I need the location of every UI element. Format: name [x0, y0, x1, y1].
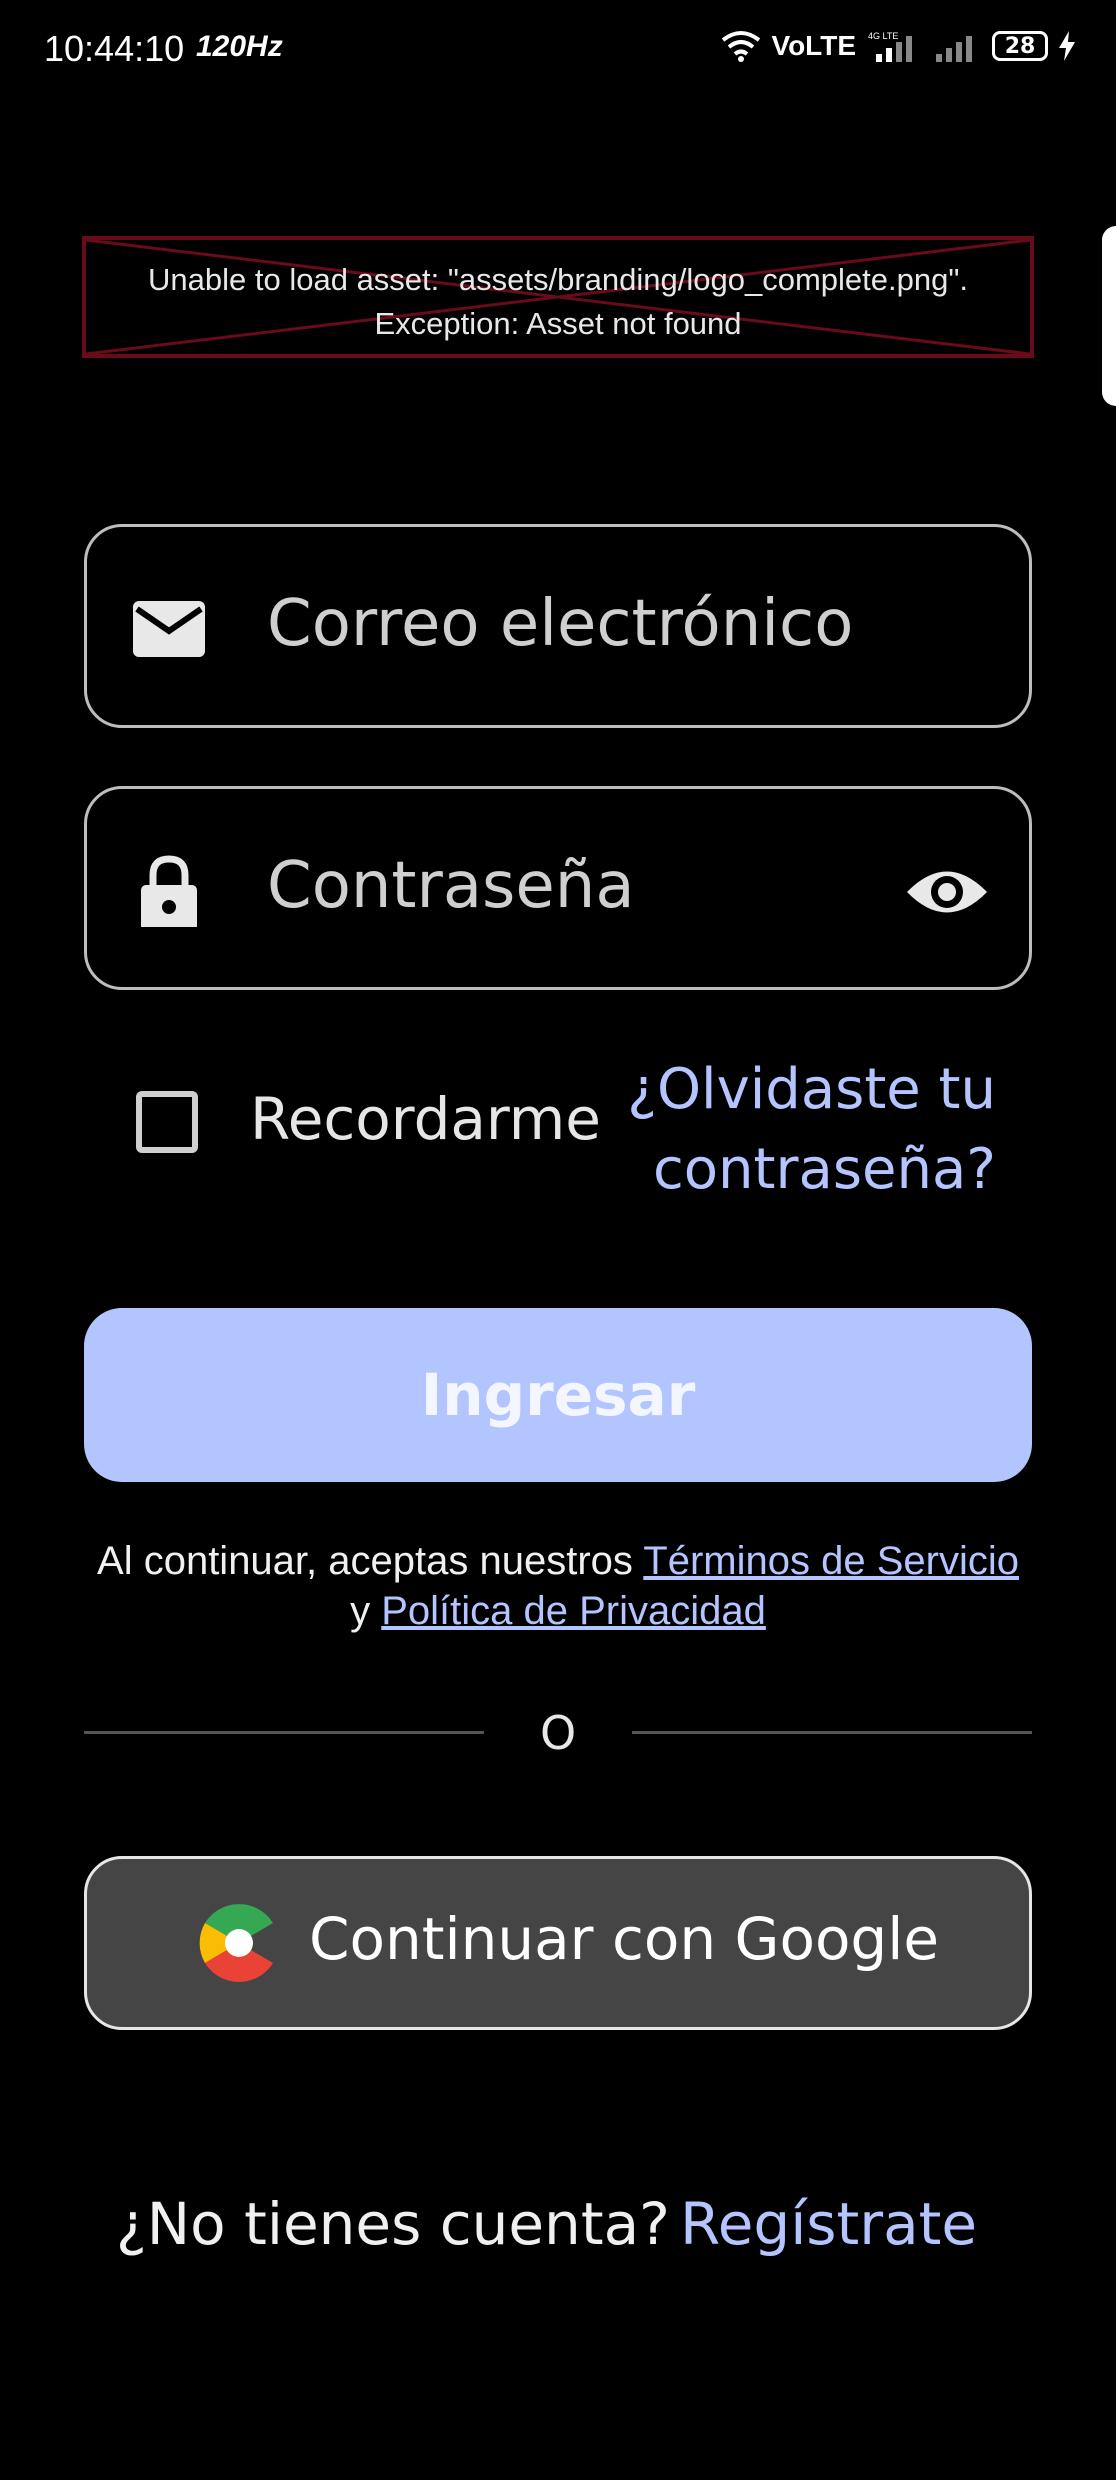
logo-error-line2: Exception: Asset not found [374, 306, 742, 341]
divider-label: O [540, 1706, 577, 1760]
signal-icon-2 [936, 36, 972, 62]
password-placeholder: Contraseña [267, 849, 635, 923]
no-account-prompt: ¿No tienes cuenta? [116, 2190, 670, 2258]
svg-text:4G LTE: 4G LTE [868, 31, 898, 41]
eye-icon[interactable] [905, 859, 989, 925]
privacy-policy-link[interactable]: Política de Privacidad [381, 1589, 766, 1633]
remember-label[interactable]: Recordarme [250, 1085, 601, 1153]
status-icons: VoLTE 4G LTE 28 [721, 30, 1076, 62]
wifi-icon [722, 31, 761, 62]
email-placeholder: Correo electrónico [267, 587, 854, 661]
status-bar: 10:44:10 120Hz VoLTE 4G LTE 28 [0, 0, 1116, 100]
battery-level: 28 [1004, 33, 1036, 59]
refresh-rate-indicator: 120Hz [196, 30, 283, 63]
charging-icon [1059, 31, 1075, 61]
password-field[interactable]: Contraseña [84, 786, 1032, 990]
logo-error-line1: Unable to load asset: "assets/branding/l… [148, 262, 968, 297]
status-time: 10:44:10 [44, 28, 185, 69]
mail-icon [133, 601, 205, 657]
google-icon [199, 1904, 279, 1982]
logo-error-text: Unable to load asset: "assets/branding/l… [86, 258, 1030, 346]
google-button-label: Continuar con Google [309, 1905, 940, 1973]
battery-icon: 28 [992, 31, 1048, 61]
terms-connector: y [350, 1589, 382, 1633]
terms-of-service-link[interactable]: Términos de Servicio [643, 1539, 1019, 1583]
forgot-password-link[interactable]: ¿Olvidaste tu contraseña? [626, 1050, 996, 1210]
register-link[interactable]: Regístrate [680, 2190, 977, 2258]
remember-checkbox[interactable] [136, 1091, 198, 1153]
lock-icon [141, 855, 197, 927]
logo-error-placeholder: Unable to load asset: "assets/branding/l… [82, 236, 1034, 358]
forgot-line2: contraseña? [653, 1137, 996, 1202]
terms-prefix: Al continuar, aceptas nuestros [97, 1539, 644, 1583]
terms-text: Al continuar, aceptas nuestros Términos … [84, 1536, 1032, 1636]
divider-line-left [84, 1731, 484, 1734]
email-field[interactable]: Correo electrónico [84, 524, 1032, 728]
login-button[interactable]: Ingresar [84, 1308, 1032, 1482]
edge-panel-handle[interactable] [1102, 226, 1116, 406]
google-signin-button[interactable]: Continuar con Google [84, 1856, 1032, 2030]
signal-icon: 4G LTE [868, 31, 912, 62]
divider-line-right [632, 1731, 1032, 1734]
forgot-line1: ¿Olvidaste tu [627, 1057, 996, 1122]
volte-indicator: VoLTE [771, 30, 856, 61]
